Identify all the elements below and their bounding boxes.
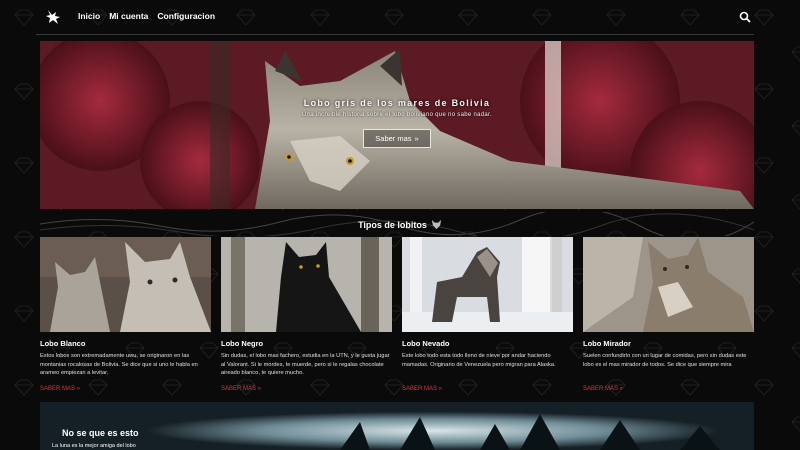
nav-link-mi-cuenta[interactable]: Mi cuenta bbox=[109, 11, 148, 21]
section-title-text: Tipos de lobitos bbox=[358, 219, 427, 230]
card-image-lobo-mirador bbox=[583, 237, 754, 332]
wolf-icon bbox=[431, 219, 442, 230]
wolf-logo-icon[interactable] bbox=[44, 7, 64, 27]
hero-button-label: Saber mas bbox=[375, 134, 412, 143]
navbar: Inicio Mi cuenta Configuracion bbox=[0, 0, 800, 34]
hero-wolf-image bbox=[40, 41, 754, 209]
navbar-divider bbox=[36, 34, 754, 35]
section-title: Tipos de lobitos bbox=[0, 219, 800, 230]
card-description: Este lobo todo esta todo lleno de nieve … bbox=[402, 353, 556, 368]
card-image-lobo-negro bbox=[221, 237, 392, 332]
card-description: Estos lobos son extremadamente uwu, se o… bbox=[40, 353, 198, 376]
card-saber-mas-link[interactable]: SABER MAS » bbox=[221, 386, 261, 392]
nav-link-configuracion[interactable]: Configuracion bbox=[157, 11, 215, 21]
hero-title: Lobo gris de los mares de Bolivia bbox=[303, 98, 491, 108]
nav-links: Inicio Mi cuenta Configuracion bbox=[78, 11, 215, 21]
card-title: Lobo Blanco bbox=[40, 339, 86, 348]
card-description: Suelen confundirlo con un lugar de comid… bbox=[583, 353, 747, 368]
card-title: Lobo Nevado bbox=[402, 339, 450, 348]
bottom-banner-moon-image bbox=[40, 402, 754, 450]
card-saber-mas-link[interactable]: SABER MAS » bbox=[583, 386, 623, 392]
search-icon[interactable] bbox=[739, 11, 751, 23]
card-title: Lobo Negro bbox=[221, 339, 264, 348]
hero-banner: Lobo gris de los mares de Bolivia Una in… bbox=[40, 41, 754, 209]
hero-saber-mas-button[interactable]: Saber mas » bbox=[363, 129, 431, 148]
card-description: Sin dudas, el lobo mas fachero, estudia … bbox=[221, 353, 390, 376]
card-saber-mas-link[interactable]: SABER MAS » bbox=[40, 386, 80, 392]
card-title: Lobo Mirador bbox=[583, 339, 631, 348]
hero-subtitle: Una increible historia sobre el lobo bol… bbox=[302, 112, 492, 118]
double-chevron-right-icon: » bbox=[414, 134, 419, 143]
banner-title: No se que es esto bbox=[62, 428, 139, 438]
card-image-lobo-blanco bbox=[40, 237, 211, 332]
card-saber-mas-link[interactable]: SABER MAS » bbox=[402, 386, 442, 392]
card-image-lobo-nevado bbox=[402, 237, 573, 332]
nav-link-inicio[interactable]: Inicio bbox=[78, 11, 100, 21]
banner-subtitle: La luna es la mejor amiga del lobo bbox=[52, 443, 136, 449]
